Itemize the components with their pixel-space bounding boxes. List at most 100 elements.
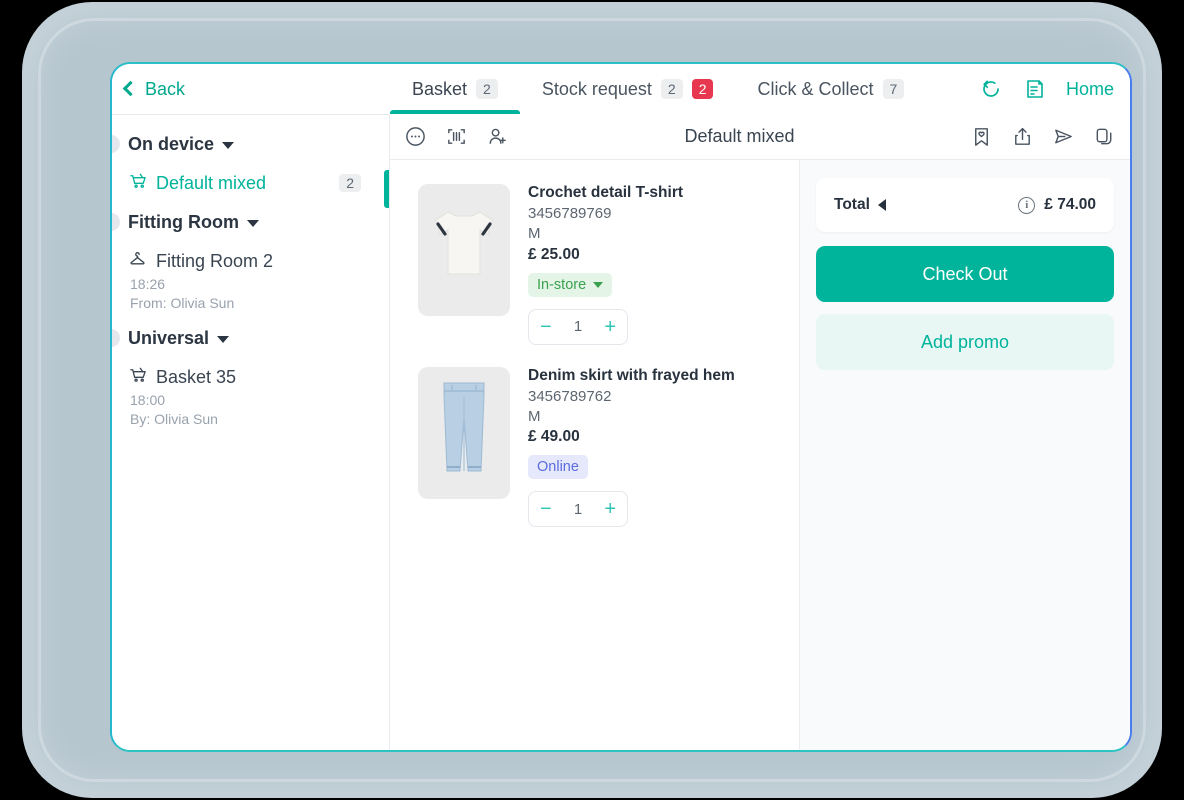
send-icon[interactable] — [1052, 125, 1075, 148]
back-button[interactable]: Back — [112, 64, 390, 114]
product-details: Denim skirt with frayed hem 3456789762 M… — [528, 366, 735, 527]
toolbar-right-actions — [970, 125, 1116, 148]
increase-quantity-button[interactable]: + — [604, 499, 616, 519]
quantity-value: 1 — [573, 500, 583, 518]
quantity-value: 1 — [573, 318, 583, 335]
barcode-scan-icon[interactable] — [445, 125, 468, 148]
basket-panes: Crochet detail T-shirt 3456789769 M £ 25… — [390, 160, 1130, 750]
quantity-stepper[interactable]: − 1 + — [528, 491, 628, 527]
sidebar-group-on-device-label: On device — [128, 134, 215, 154]
quantity-stepper[interactable]: − 1 + — [528, 308, 628, 345]
cart-icon — [128, 365, 147, 389]
product-details: Crochet detail T-shirt 3456789769 M £ 25… — [528, 184, 683, 345]
product-size: M — [528, 225, 541, 243]
sidebar-item-basket-35[interactable]: Basket 35 18:00 By: Olivia Sun — [112, 360, 389, 431]
chevron-down-icon — [222, 142, 235, 149]
product-sku: 3456789762 — [528, 387, 612, 405]
basket-items-list: Crochet detail T-shirt 3456789769 M £ 25… — [390, 160, 800, 750]
sidebar-item-fitting-room-2-person: From: Olivia Sun — [130, 295, 235, 311]
chevron-left-icon[interactable] — [877, 199, 886, 211]
product-sku: 3456789769 — [528, 205, 612, 222]
tab-bar: Basket 2 Stock request 2 2 Click & Colle… — [390, 64, 978, 114]
product-price: £ 49.00 — [528, 428, 580, 445]
product-price: £ 25.00 — [528, 245, 580, 263]
hanger-icon — [128, 249, 147, 273]
chevron-down-icon — [217, 336, 230, 343]
cart-icon — [128, 171, 147, 195]
sidebar-item-fitting-room-2[interactable]: Fitting Room 2 18:26 From: Olivia Sun — [112, 244, 389, 315]
sidebar-active-indicator — [384, 170, 389, 208]
checkout-button[interactable]: Check Out — [816, 246, 1114, 302]
sidebar-group-universal-label: Universal — [128, 328, 210, 348]
add-customer-icon[interactable] — [486, 125, 509, 148]
sidebar-item-fitting-room-2-time: 18:26 — [130, 276, 166, 292]
basket-toolbar: Default mixed — [390, 114, 1130, 160]
decrease-quantity-button[interactable]: − — [540, 317, 552, 337]
back-button-label: Back — [145, 78, 186, 99]
share-icon[interactable] — [1011, 125, 1034, 148]
toolbar-left-actions — [404, 125, 509, 148]
chevron-left-icon — [122, 80, 139, 97]
product-thumbnail[interactable] — [418, 184, 510, 316]
tablet-bezel: Back Basket 2 Stock request 2 2 Click & … — [28, 8, 1156, 792]
total-label-group: Total — [834, 196, 886, 214]
tab-stock-request-label: Stock request — [541, 78, 652, 99]
basket-title: Default mixed — [684, 126, 795, 146]
tab-stock-request-alert: 2 — [691, 78, 714, 100]
sidebar-group-fitting-room-label: Fitting Room — [128, 212, 239, 232]
sidebar-group-fitting-room[interactable]: Fitting Room — [112, 199, 389, 244]
top-navigation-bar: Back Basket 2 Stock request 2 2 Click & … — [112, 64, 1130, 114]
increase-quantity-button[interactable]: + — [604, 317, 616, 337]
chevron-down-icon — [593, 281, 604, 288]
sidebar-item-basket-35-time: 18:00 — [130, 392, 166, 408]
tab-basket-label: Basket — [412, 78, 468, 99]
tablet-screen: Back Basket 2 Stock request 2 2 Click & … — [110, 62, 1132, 752]
chevron-down-icon — [246, 220, 259, 227]
total-card[interactable]: Total i £ 74.00 — [816, 178, 1114, 232]
denim-image — [418, 366, 510, 499]
fulfilment-badge-label: Online — [537, 459, 579, 475]
tab-click-and-collect-count: 7 — [882, 78, 905, 100]
info-icon[interactable]: i — [1018, 196, 1036, 214]
sidebar-item-default-mixed-label: Default mixed — [156, 172, 267, 193]
total-label: Total — [834, 196, 870, 213]
home-link[interactable]: Home — [1066, 79, 1114, 100]
sidebar-item-default-mixed-count: 2 — [339, 174, 361, 192]
undo-icon[interactable] — [978, 76, 1004, 102]
tab-stock-request[interactable]: Stock request 2 2 — [520, 64, 736, 114]
sidebar-group-universal[interactable]: Universal — [112, 315, 389, 360]
top-bar-actions: Home — [978, 64, 1130, 114]
tab-click-and-collect-label: Click & Collect — [757, 78, 874, 99]
product-size: M — [528, 407, 541, 425]
duplicate-icon[interactable] — [1093, 125, 1116, 148]
tab-basket-count: 2 — [476, 78, 498, 100]
wishlist-icon[interactable] — [970, 125, 993, 148]
content-area: On device Default mixed 2 Fitting Room F… — [112, 114, 1130, 750]
decrease-quantity-button[interactable]: − — [540, 499, 552, 519]
tab-stock-request-count: 2 — [660, 78, 683, 100]
add-promo-button[interactable]: Add promo — [816, 314, 1114, 370]
sidebar-group-on-device[interactable]: On device — [112, 121, 389, 166]
total-value: £ 74.00 — [1044, 196, 1096, 213]
basket-item[interactable]: Crochet detail T-shirt 3456789769 M £ 25… — [390, 174, 799, 357]
fulfilment-badge-online[interactable]: Online — [528, 455, 588, 479]
fulfilment-badge-in-store[interactable]: In-store — [528, 272, 613, 297]
tab-basket[interactable]: Basket 2 — [390, 64, 520, 114]
receipt-icon[interactable] — [1022, 76, 1048, 102]
more-options-icon[interactable] — [404, 125, 427, 148]
fulfilment-badge-label: In-store — [537, 276, 587, 293]
order-summary-panel: Total i £ 74.00 Check Out Add promo — [800, 160, 1130, 750]
product-name: Crochet detail T-shirt — [528, 184, 684, 201]
sidebar-item-basket-35-person: By: Olivia Sun — [130, 411, 218, 427]
sidebar-item-fitting-room-2-label: Fitting Room 2 — [156, 250, 274, 271]
main-panel: Default mixed Crochet detail T-shirt 345… — [390, 114, 1130, 750]
total-value-group: i £ 74.00 — [1018, 196, 1096, 214]
product-thumbnail[interactable] — [418, 366, 510, 499]
tab-click-and-collect[interactable]: Click & Collect 7 — [735, 64, 926, 114]
tshirt-image — [418, 184, 510, 316]
product-name: Denim skirt with frayed hem — [528, 366, 735, 384]
basket-item[interactable]: Denim skirt with frayed hem 3456789762 M… — [390, 357, 799, 540]
sidebar-item-default-mixed[interactable]: Default mixed 2 — [112, 166, 389, 208]
sidebar-item-basket-35-label: Basket 35 — [156, 366, 237, 387]
sidebar: On device Default mixed 2 Fitting Room F… — [112, 114, 390, 750]
